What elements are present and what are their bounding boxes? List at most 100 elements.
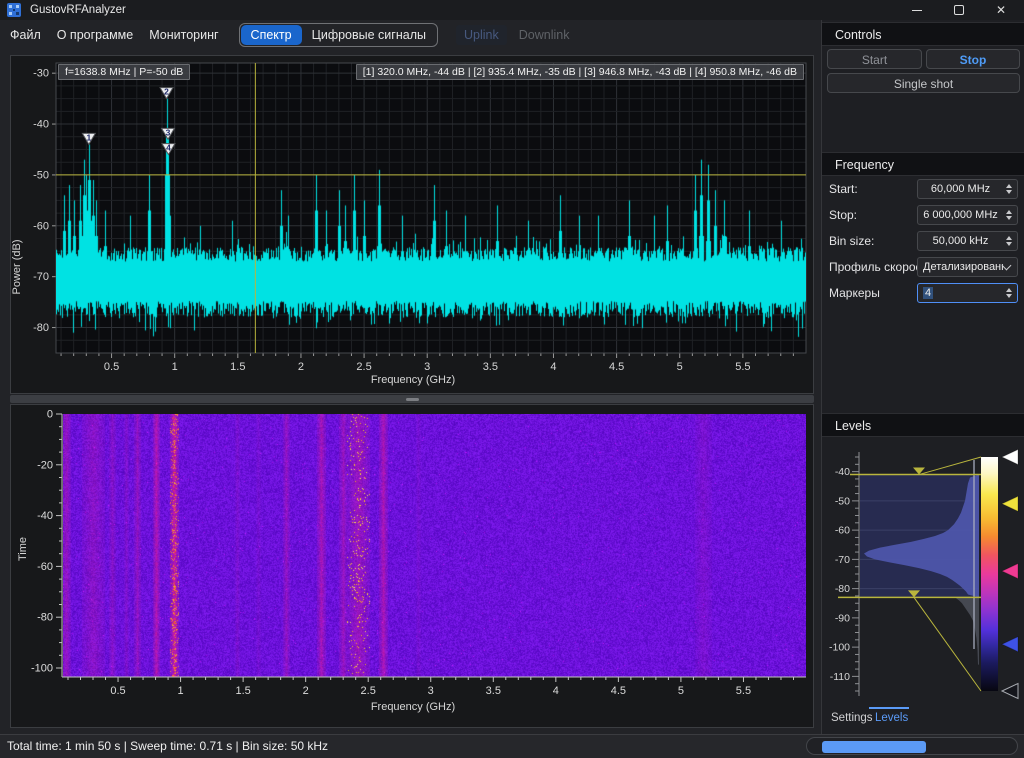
levels-tab-bar: Settings Levels: [822, 705, 1024, 733]
field-row: Маркеры 4: [822, 283, 1024, 303]
svg-text:-60: -60: [37, 561, 53, 573]
stop-frequency-spinbox[interactable]: 6 000,000 MHz: [917, 205, 1018, 225]
svg-text:1: 1: [178, 685, 184, 697]
link-direction-group: Uplink Downlink: [456, 25, 569, 45]
spectrogram-panel: 0-20-40-60-80-1000.511.522.533.544.555.5…: [10, 404, 814, 728]
svg-text:5: 5: [677, 361, 683, 373]
field-label: Start:: [829, 182, 858, 196]
window-controls: ✕: [896, 0, 1022, 20]
minimize-icon[interactable]: [896, 0, 938, 20]
tab-digital-signals[interactable]: Цифровые сигналы: [302, 25, 436, 45]
svg-text:-110: -110: [830, 671, 850, 683]
spectrum-trace[interactable]: [56, 63, 806, 353]
svg-text:4.5: 4.5: [611, 685, 626, 697]
colormap-pointer[interactable]: [1002, 564, 1018, 579]
svg-text:-60: -60: [835, 525, 850, 537]
field-label: Bin size:: [829, 234, 874, 248]
maximize-icon[interactable]: [938, 0, 980, 20]
svg-text:-40: -40: [33, 119, 49, 131]
view-tab-group: СпектрЦифровые сигналы: [239, 23, 438, 47]
spectrum-panel: 0.511.522.533.544.555.5-30-40-50-60-70-8…: [10, 55, 814, 394]
spectrum-y-axis-label: Power (dB): [11, 197, 23, 337]
tab-uplink: Uplink: [456, 25, 507, 45]
spinbox-value: 4: [918, 287, 1003, 299]
window-title: GustovRFAnalyzer: [30, 4, 126, 16]
spin-up-icon[interactable]: [1006, 184, 1012, 188]
svg-text:1.5: 1.5: [230, 361, 245, 373]
svg-text:3: 3: [424, 361, 430, 373]
menu-bar: Файл О программе Мониторинг СпектрЦифровые …: [0, 20, 820, 50]
colormap-pointer[interactable]: [1002, 637, 1018, 652]
bin-size-spinbox[interactable]: 50,000 kHz: [917, 231, 1018, 251]
status-text: Total time: 1 min 50 s | Sweep time: 0.7…: [7, 739, 328, 753]
svg-text:-20: -20: [37, 459, 53, 471]
active-tab-indicator: [869, 707, 909, 709]
svg-text:0.5: 0.5: [104, 361, 119, 373]
spin-down-icon[interactable]: [1006, 216, 1012, 220]
progress-fill: [822, 741, 926, 753]
field-row: Профиль скоростиДетализированный: [822, 257, 1024, 277]
svg-text:-60: -60: [33, 220, 49, 232]
dropdown-value: Детализированный: [918, 261, 1003, 273]
svg-text:-70: -70: [835, 554, 850, 566]
svg-text:-70: -70: [33, 271, 49, 283]
single-shot-button[interactable]: Single shot: [827, 73, 1020, 93]
menu-monitoring[interactable]: Мониторинг: [149, 28, 218, 42]
tab-spectrum[interactable]: Спектр: [241, 25, 302, 45]
field-row: Bin size: 50,000 kHz: [822, 231, 1024, 251]
colormap-pointer[interactable]: [1002, 684, 1018, 699]
svg-text:0: 0: [47, 409, 53, 421]
svg-text:-80: -80: [37, 612, 53, 624]
spin-down-icon[interactable]: [1006, 242, 1012, 246]
menu-file[interactable]: Файл: [10, 28, 41, 42]
levels-chart: -40-50-60-70-80-90-100-110: [822, 440, 1024, 705]
field-label: Маркеры: [829, 286, 880, 300]
tab-settings[interactable]: Settings: [831, 712, 873, 724]
field-row: Stop: 6 000,000 MHz: [822, 205, 1024, 225]
markers-spinbox[interactable]: 4: [917, 283, 1018, 303]
svg-text:-80: -80: [33, 322, 49, 334]
svg-text:-40: -40: [37, 510, 53, 522]
field-row: Start: 60,000 MHz: [822, 179, 1024, 199]
speed-profile-dropdown[interactable]: Детализированный: [917, 257, 1018, 277]
svg-text:5.5: 5.5: [736, 685, 751, 697]
svg-text:3.5: 3.5: [483, 361, 498, 373]
spectrogram-image[interactable]: [63, 414, 806, 677]
spinner-arrows: [1003, 236, 1017, 246]
svg-text:2.5: 2.5: [361, 685, 376, 697]
spin-up-icon[interactable]: [1006, 288, 1012, 292]
spin-down-icon[interactable]: [1006, 294, 1012, 298]
svg-text:4: 4: [553, 685, 559, 697]
spin-down-icon[interactable]: [1006, 190, 1012, 194]
spinner-arrows: [1003, 210, 1017, 220]
tab-downlink: Downlink: [519, 28, 570, 42]
spin-up-icon[interactable]: [1006, 210, 1012, 214]
start-button[interactable]: Start: [827, 49, 922, 69]
svg-text:3.5: 3.5: [486, 685, 501, 697]
right-panel: Controls Start Stop Single shot Frequenc…: [821, 20, 1024, 734]
start-frequency-spinbox[interactable]: 60,000 MHz: [917, 179, 1018, 199]
field-label: Stop:: [829, 208, 857, 222]
menu-about[interactable]: О программе: [57, 28, 133, 42]
svg-text:4.5: 4.5: [609, 361, 624, 373]
spin-up-icon[interactable]: [1006, 236, 1012, 240]
stop-button[interactable]: Stop: [926, 49, 1020, 69]
plot-splitter[interactable]: [10, 395, 814, 403]
histogram-tail: [955, 597, 979, 664]
tab-levels[interactable]: Levels: [875, 712, 908, 724]
close-icon[interactable]: ✕: [980, 0, 1022, 20]
svg-text:-90: -90: [835, 612, 850, 624]
svg-text:1: 1: [172, 361, 178, 373]
controls-header: Controls: [822, 22, 1024, 46]
chevron-down-icon[interactable]: [1002, 261, 1012, 271]
colormap-pointer[interactable]: [1002, 496, 1018, 511]
svg-text:5: 5: [678, 685, 684, 697]
levels-axis: -40-50-60-70-80-90-100-110: [829, 452, 859, 696]
colormap-pointer[interactable]: [1002, 450, 1018, 465]
svg-text:5.5: 5.5: [735, 361, 750, 373]
svg-text:-100: -100: [829, 642, 850, 654]
svg-text:4: 4: [550, 361, 556, 373]
status-bar: Total time: 1 min 50 s | Sweep time: 0.7…: [0, 734, 1024, 758]
levels-header: Levels: [822, 413, 1024, 437]
splitter-grip-icon: [406, 398, 419, 401]
